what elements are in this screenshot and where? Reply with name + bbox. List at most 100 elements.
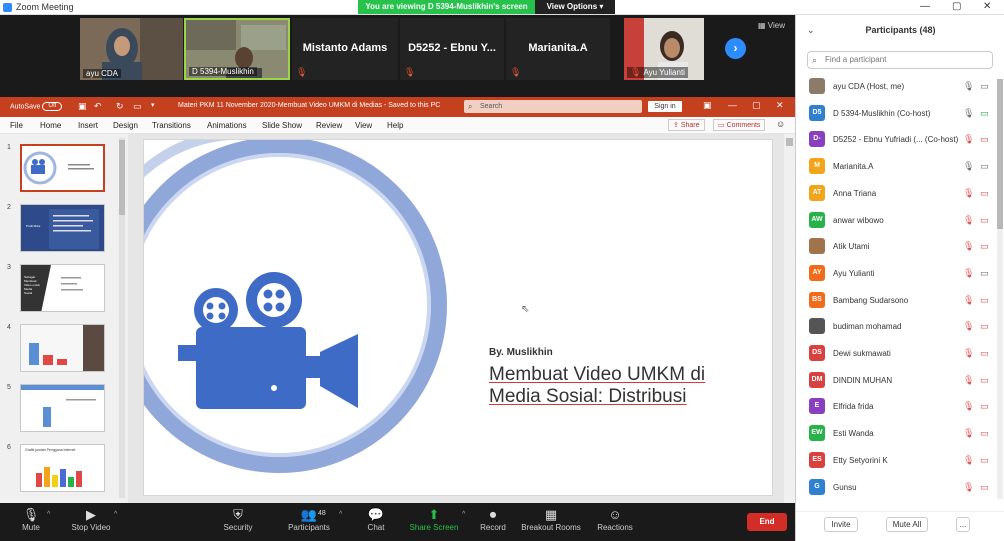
comments-button[interactable]: ▭ Comments [713,119,766,131]
stop-video-button[interactable]: ▶ Stop Video [66,507,116,532]
undo-icon[interactable]: ↶ [94,101,102,112]
mic-muted-icon[interactable]: 🎙 [963,268,974,279]
camera-off-icon[interactable]: ▭ [980,455,989,466]
maximize-button[interactable]: ▢ [952,1,961,12]
slide-scroll-thumb[interactable] [786,138,793,146]
mic-muted-icon[interactable]: 🎙 [963,134,974,145]
ppt-close-button[interactable]: ✕ [776,100,784,111]
video-tile-marianita[interactable]: Marianita.A 🎙 [506,18,610,80]
camera-off-icon[interactable]: ▭ [980,401,989,412]
sign-in-button[interactable]: Sign in [648,101,682,112]
present-icon[interactable]: ▭ [133,101,142,112]
camera-off-icon[interactable]: ▭ [980,241,989,252]
slide-thumbnail-5[interactable] [20,384,105,432]
mic-muted-icon[interactable]: 🎙 [963,401,974,412]
autosave-toggle[interactable]: AutoSave Off [10,102,63,111]
participants-chevron-icon[interactable]: ^ [339,511,342,518]
microphone-icon[interactable]: 🎙 [963,161,974,172]
mic-muted-icon[interactable]: 🎙 [963,295,974,306]
microphone-icon[interactable]: 🎙 [963,81,974,92]
mic-muted-icon[interactable]: 🎙 [963,348,974,359]
participant-row[interactable]: G Gunsu 🎙 ▭ [796,475,996,501]
record-button[interactable]: ⏺ Record [478,507,508,532]
participants-button[interactable]: 👥 Participants 48 [286,507,332,532]
camera-icon[interactable]: ▭ [980,268,989,279]
customize-toolbar-icon[interactable]: ▾ [151,101,155,109]
menu-help[interactable]: Help [387,121,403,130]
menu-home[interactable]: Home [40,121,61,130]
mic-muted-icon[interactable]: 🎙 [963,428,974,439]
participant-row[interactable]: ES Etty Setyorini K 🎙 ▭ [796,448,996,474]
camera-off-icon[interactable]: ▭ [980,428,989,439]
mute-all-button[interactable]: Mute All [886,517,928,532]
close-window-button[interactable]: ✕ [983,1,991,12]
slide-thumbnail-6[interactable]: Grafik jumlah Pengguna Internet [20,444,105,492]
camera-off-icon[interactable]: ▭ [980,321,989,332]
mic-muted-icon[interactable]: 🎙 [963,455,974,466]
mic-muted-icon[interactable]: 🎙 [963,375,974,386]
thumbnail-scroll-thumb[interactable] [119,140,125,215]
reactions-button[interactable]: ☺ Reactions [596,507,634,532]
share-options-chevron-icon[interactable]: ^ [462,511,465,518]
participant-row[interactable]: D5 D 5394-Muslikhin (Co-host) 🎙 ▭ [796,101,996,127]
participant-row[interactable]: EW Esti Wanda 🎙 ▭ [796,421,996,447]
thumbnail-scrollbar[interactable] [119,138,125,498]
invite-button[interactable]: Invite [824,517,858,532]
menu-file[interactable]: File [10,121,23,130]
camera-off-icon[interactable]: ▭ [980,215,989,226]
participant-row[interactable]: E Elfrida frida 🎙 ▭ [796,394,996,420]
camera-off-icon[interactable]: ▭ [980,188,989,199]
mic-muted-icon[interactable]: 🎙 [963,188,974,199]
breakout-rooms-button[interactable]: ▦ Breakout Rooms [520,507,582,532]
ppt-search-box[interactable]: ⌕ Search [464,100,642,113]
audio-options-chevron-icon[interactable]: ^ [47,511,50,518]
participant-row[interactable]: ayu CDA (Host, me) 🎙 ▭ [796,74,996,100]
camera-off-icon[interactable]: ▭ [980,348,989,359]
camera-off-icon[interactable]: ▭ [980,482,989,493]
camera-icon[interactable]: ▭ [980,161,989,172]
menu-review[interactable]: Review [316,121,342,130]
video-tile-muslikhin[interactable]: D 5394-Muslikhin [184,18,290,80]
video-tile-ebnu[interactable]: D5252 - Ebnu Y... 🎙 [400,18,504,80]
slide-scrollbar[interactable] [784,134,795,503]
participant-row[interactable]: D- D5252 - Ebnu Yufriadi (... (Co-host) 🎙 ▭ [796,127,996,153]
mic-muted-icon[interactable]: 🎙 [963,482,974,493]
chat-button[interactable]: 💬 Chat [364,507,388,532]
participant-list-scrollbar[interactable] [997,79,1003,499]
next-page-arrow-button[interactable]: › [725,38,746,59]
camera-icon[interactable]: ▭ [980,81,989,92]
mic-muted-icon[interactable]: 🎙 [963,215,974,226]
video-tile-ayu-cda[interactable]: ayu CDA [80,18,183,80]
participant-row[interactable]: budiman mohamad 🎙 ▭ [796,314,996,340]
participant-row[interactable]: BS Bambang Sudarsono 🎙 ▭ [796,288,996,314]
more-options-button[interactable]: ... [956,517,970,532]
participant-row[interactable]: AT Anna Triana 🎙 ▭ [796,181,996,207]
participant-row[interactable]: M Marianita.A 🎙 ▭ [796,154,996,180]
camera-icon[interactable]: ▭ [980,108,989,119]
feedback-smiley-icon[interactable]: ☺ [776,119,785,129]
view-button[interactable]: ▦ View [758,21,785,30]
ribbon-display-icon[interactable]: ▣ [703,100,712,111]
participant-row[interactable]: AW anwar wibowo 🎙 ▭ [796,208,996,234]
mic-muted-icon[interactable]: 🎙 [963,241,974,252]
participant-scroll-thumb[interactable] [997,79,1003,229]
share-button[interactable]: ⇪ Share [668,119,705,131]
security-button[interactable]: ⛨ Security [222,507,254,532]
menu-view[interactable]: View [355,121,372,130]
slide-thumbnail-3[interactable]: Sebagai Membuat Video untuk Media Sosial [20,264,105,312]
minimize-button[interactable]: — [920,1,930,12]
view-options-button[interactable]: View Options ▾ [535,0,615,14]
redo-icon[interactable]: ↻ [116,101,124,112]
video-options-chevron-icon[interactable]: ^ [114,511,117,518]
participant-row[interactable]: Atik Utami 🎙 ▭ [796,234,996,260]
video-tile-ayu-yulianti[interactable]: 🎙 Ayu Yulianti [624,18,704,80]
mic-muted-icon[interactable]: 🎙 [963,321,974,332]
video-tile-mistanto[interactable]: Mistanto Adams 🎙 [292,18,398,80]
slide-thumbnail-2[interactable]: Profil Mitra [20,204,105,252]
save-icon[interactable]: ▣ [78,101,87,112]
menu-animations[interactable]: Animations [207,121,247,130]
mute-button[interactable]: 🎙 Mute [20,507,42,532]
ppt-minimize-button[interactable]: — [728,100,737,110]
autosave-switch[interactable]: Off [42,102,63,111]
menu-design[interactable]: Design [113,121,138,130]
